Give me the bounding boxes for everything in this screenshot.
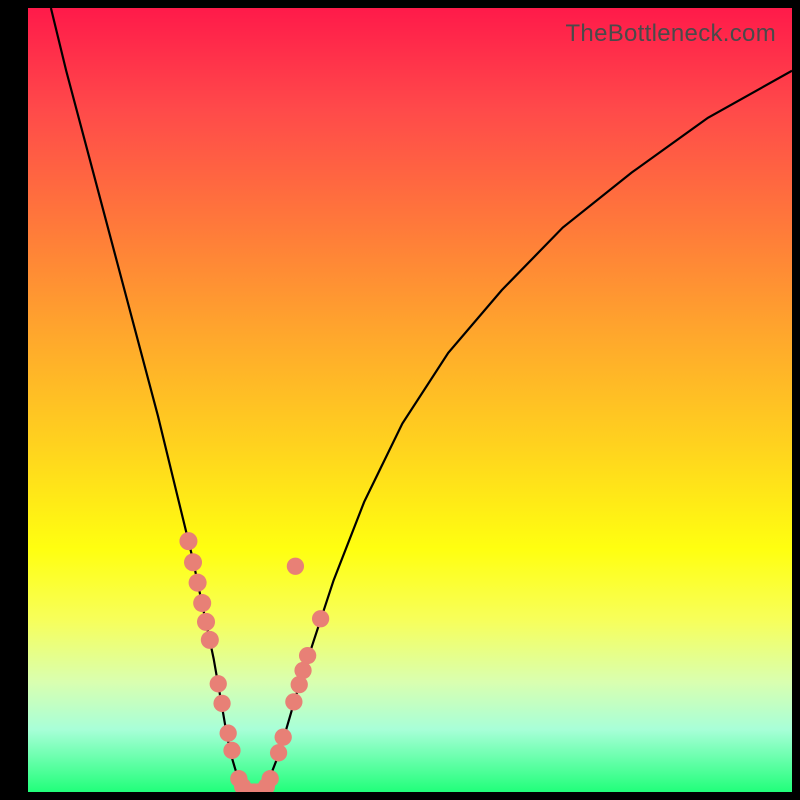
data-point xyxy=(210,675,227,692)
data-point xyxy=(223,742,240,759)
data-point xyxy=(299,647,316,664)
data-point xyxy=(275,728,292,745)
data-point xyxy=(294,662,311,679)
data-point xyxy=(179,532,197,550)
data-point xyxy=(262,770,279,787)
data-point xyxy=(213,695,230,712)
curve-right-branch xyxy=(263,71,792,792)
data-point xyxy=(189,574,207,592)
data-point xyxy=(197,613,215,631)
data-point xyxy=(287,558,304,575)
curve-group xyxy=(51,8,792,792)
data-point xyxy=(285,693,302,710)
data-point xyxy=(201,631,219,649)
chart-frame: TheBottleneck.com xyxy=(28,8,792,792)
points-group xyxy=(179,532,329,792)
chart-svg xyxy=(28,8,792,792)
data-point xyxy=(220,725,237,742)
data-point xyxy=(270,744,287,761)
curve-left-branch xyxy=(51,8,247,792)
data-point xyxy=(193,594,211,612)
data-point xyxy=(312,610,329,627)
data-point xyxy=(184,553,202,571)
